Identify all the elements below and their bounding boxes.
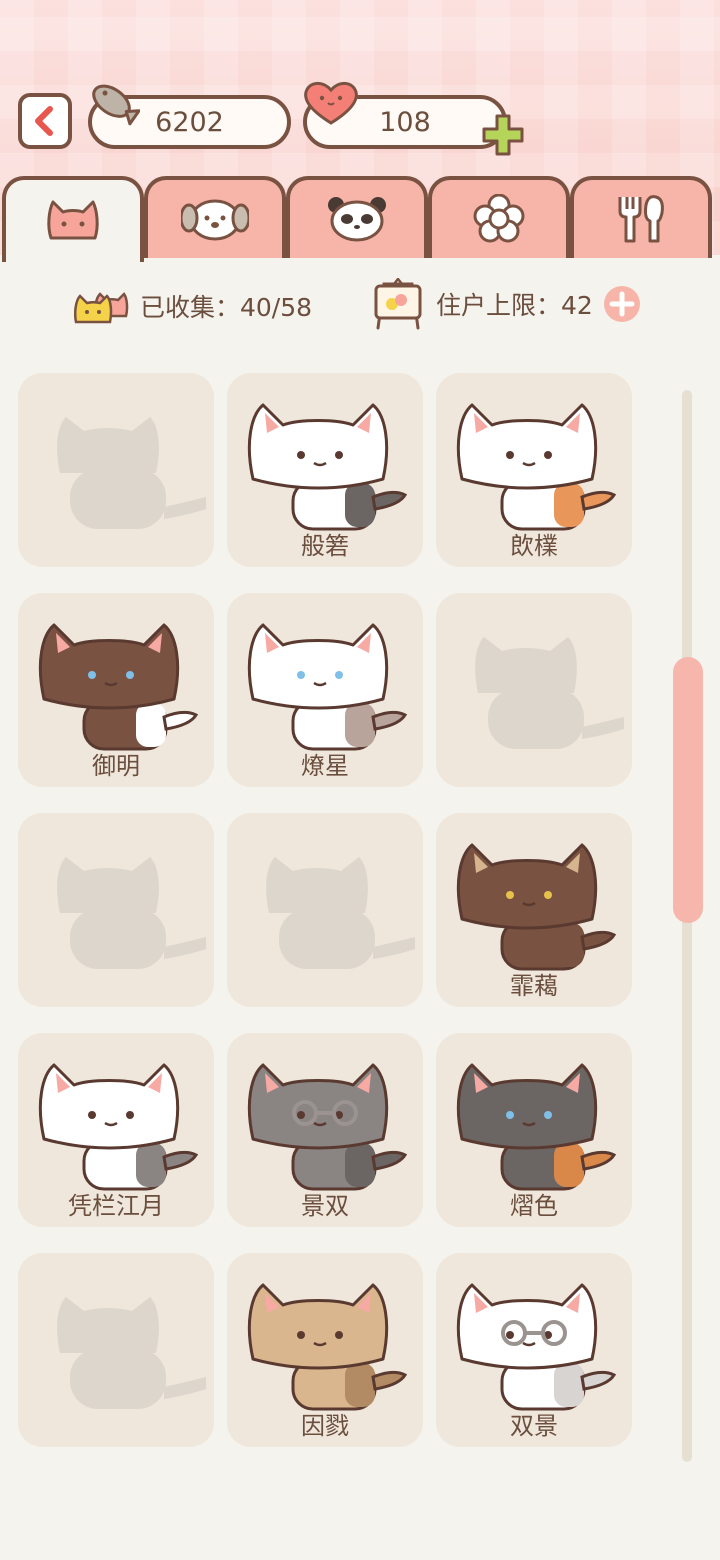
cat-card[interactable]: 熠色 <box>436 1033 632 1227</box>
fish-icon <box>92 84 140 126</box>
signboard-icon <box>374 278 422 330</box>
cat-name: 燎星 <box>301 752 349 780</box>
cat-name: 熠色 <box>510 1192 558 1220</box>
cats-collected-icon <box>74 292 129 324</box>
scrollbar-track[interactable] <box>682 390 692 1462</box>
dog-icon <box>181 199 249 241</box>
cat-name: 霏藒 <box>510 972 558 1000</box>
add-capacity-button[interactable] <box>603 285 641 323</box>
capacity-stat: 住户上限：42 <box>370 278 641 330</box>
utensils-icon <box>618 195 664 243</box>
collected-stat: 已收集：40/58 <box>74 286 312 326</box>
cat-card[interactable]: 因戮 <box>227 1253 423 1447</box>
cat-name: 般箬 <box>301 532 349 560</box>
back-arrow-icon <box>35 106 53 136</box>
cat-name: 御明 <box>92 752 140 780</box>
cat-card[interactable]: 双景 <box>436 1253 632 1447</box>
tab-dogs[interactable] <box>144 176 286 258</box>
cat-name: 凭栏江月 <box>68 1192 164 1220</box>
cat-name: 因戮 <box>301 1412 349 1440</box>
cat-card[interactable]: 欴檏 <box>436 373 632 567</box>
tab-pandas[interactable] <box>286 176 428 258</box>
locked-cat-silhouette-icon <box>266 857 415 969</box>
collection-stats: 已收集：40/58 住户上限：42 <box>0 276 720 336</box>
add-hearts-button[interactable] <box>480 112 526 158</box>
cat-card[interactable]: 景双 <box>227 1033 423 1227</box>
cat-name: 景双 <box>301 1192 349 1220</box>
locked-cat-card[interactable] <box>18 373 214 567</box>
locked-cat-card[interactable] <box>18 1253 214 1447</box>
locked-cat-silhouette-icon <box>475 637 624 749</box>
cat-card[interactable]: 霏藒 <box>436 813 632 1007</box>
tab-cats[interactable] <box>2 176 144 262</box>
panda-icon <box>328 197 386 242</box>
heart-icon <box>304 82 358 125</box>
tab-food[interactable] <box>570 176 712 258</box>
cat-card[interactable]: 燎星 <box>227 593 423 787</box>
locked-cat-card[interactable] <box>227 813 423 1007</box>
locked-cat-card[interactable] <box>18 813 214 1007</box>
collected-label: 已收集：40/58 <box>140 293 313 322</box>
category-tabs <box>0 176 720 262</box>
locked-cat-silhouette-icon <box>57 857 206 969</box>
fish-count: 6202 <box>155 106 224 138</box>
back-button[interactable] <box>18 93 72 149</box>
locked-cat-silhouette-icon <box>57 1297 206 1409</box>
cat-card[interactable]: 凭栏江月 <box>18 1033 214 1227</box>
locked-cat-silhouette-icon <box>57 417 206 529</box>
heart-count: 108 <box>379 106 431 138</box>
cat-icon <box>47 200 99 240</box>
cat-name: 欴檏 <box>510 532 558 560</box>
cat-name: 双景 <box>510 1412 558 1440</box>
cat-card[interactable]: 御明 <box>18 593 214 787</box>
scrollbar-thumb[interactable] <box>673 657 703 923</box>
capacity-label: 住户上限：42 <box>436 291 593 320</box>
cat-card[interactable]: 般箬 <box>227 373 423 567</box>
locked-cat-card[interactable] <box>436 593 632 787</box>
flower-icon <box>473 194 525 243</box>
tab-flowers[interactable] <box>428 176 570 258</box>
